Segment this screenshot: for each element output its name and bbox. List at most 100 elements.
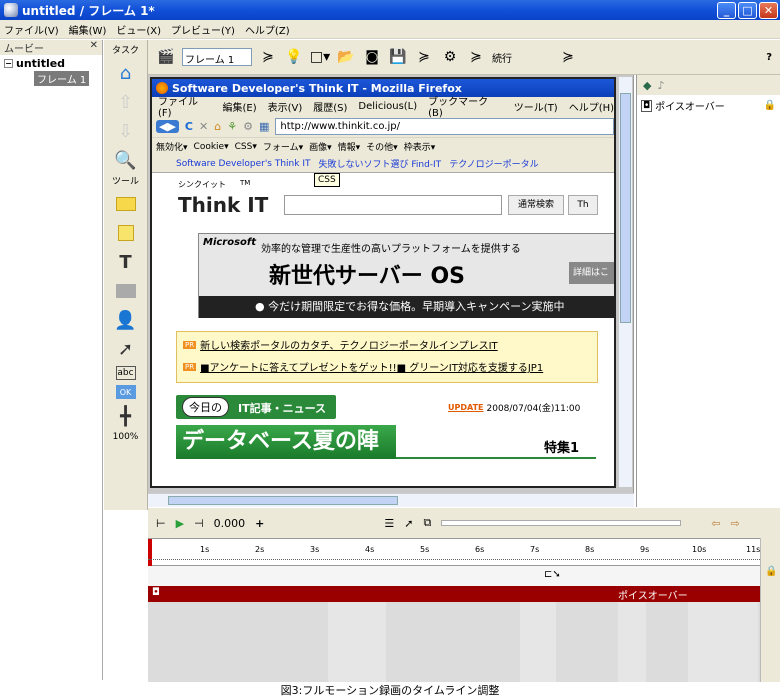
menu-preview[interactable]: プレビュー(Y): [171, 22, 235, 37]
bookmark-findit[interactable]: 失敗しないソフト選び Find-IT: [318, 157, 441, 170]
ff-menu-delicious[interactable]: Delicious(L): [358, 101, 417, 112]
chevron-down-icon[interactable]: ≽: [258, 47, 278, 67]
cube-icon[interactable]: ◆: [643, 79, 651, 92]
mic-icon[interactable]: ♪: [657, 79, 664, 92]
overflow-icon[interactable]: ≽: [558, 47, 578, 67]
page-icon[interactable]: ▦: [259, 120, 269, 133]
close-button[interactable]: ✕: [759, 2, 778, 19]
canvas-vscroll[interactable]: [618, 77, 632, 487]
minimize-button[interactable]: _: [717, 2, 736, 19]
bookmark-portal[interactable]: テクノロジーポータル: [449, 157, 538, 170]
ff-menu-view[interactable]: 表示(V): [268, 99, 303, 114]
tree-root[interactable]: − untitled: [4, 57, 98, 70]
voiceover-label: ポイスオーバー: [655, 102, 725, 113]
lock-icon[interactable]: 🔒: [764, 100, 776, 111]
gear-nav-icon[interactable]: ⚙: [243, 120, 253, 133]
time-ruler[interactable]: 1s 2s 3s 4s 5s 6s 7s 8s 9s 10s 11s: [148, 538, 760, 567]
dev-form[interactable]: フォーム▾: [263, 140, 303, 153]
button-tool-icon[interactable]: OK: [115, 385, 136, 399]
more-icon[interactable]: ≽: [414, 47, 434, 67]
textbox-icon[interactable]: abc: [115, 366, 136, 380]
image-tool-icon[interactable]: [114, 279, 138, 303]
dev-outline[interactable]: 枠表示▾: [404, 140, 436, 153]
dev-info[interactable]: 情報▾: [338, 140, 361, 153]
cursor-track[interactable]: ⊏➘: [148, 566, 760, 586]
site-search-input[interactable]: [284, 195, 502, 215]
callout-icon[interactable]: [114, 192, 138, 216]
up-arrow-icon[interactable]: ⇧: [114, 90, 138, 114]
ff-menu-edit[interactable]: 編集(E): [223, 99, 257, 114]
lightbulb-icon[interactable]: 💡: [284, 47, 304, 67]
zoom-slider[interactable]: [441, 520, 682, 526]
home-icon[interactable]: ⌂: [114, 61, 138, 85]
frame-rect-icon[interactable]: □▾: [310, 47, 330, 67]
ff-menu-tools[interactable]: ツール(T): [514, 99, 558, 114]
thinkit-logo[interactable]: Think IT: [178, 193, 268, 217]
clapperboard-icon[interactable]: 🎬: [156, 47, 176, 67]
ad-more-button[interactable]: 詳細はこ: [569, 262, 614, 284]
menu-file[interactable]: ファイル(V): [4, 22, 59, 37]
bookmark-thinkit[interactable]: Software Developer's Think IT: [176, 159, 310, 169]
dev-disable[interactable]: 無効化▾: [156, 140, 188, 153]
cursor-marker-icon[interactable]: ⊏➘: [544, 569, 561, 580]
list-icon[interactable]: ☰: [384, 517, 394, 530]
down-arrow-icon[interactable]: ⇩: [114, 119, 138, 143]
timeline-lock-icon[interactable]: 🔒: [765, 566, 777, 577]
back-icon[interactable]: ◀▶: [156, 119, 179, 133]
forward-arrow-icon[interactable]: ⇨: [731, 517, 740, 530]
close-panel-icon[interactable]: ✕: [90, 40, 98, 55]
voiceover-track[interactable]: ◘ ポイスオーバー: [148, 586, 760, 602]
title-bar: untitled / フレーム 1* _ □ ✕: [0, 0, 780, 20]
save-icon[interactable]: 💾: [388, 47, 408, 67]
record-icon[interactable]: ◙: [362, 47, 382, 67]
ff-menu-help[interactable]: ヘルプ(H): [569, 99, 614, 114]
canvas-hscroll[interactable]: [148, 493, 634, 507]
pointer-icon[interactable]: ➚: [404, 517, 413, 530]
text-tool-icon[interactable]: T: [114, 250, 138, 274]
pr-link-2[interactable]: ■アンケートに答えてプレゼントをゲット!!■ グリーンIT対応を支援するJP1: [200, 359, 543, 374]
go-end-icon[interactable]: ⊣: [194, 517, 204, 530]
dev-css[interactable]: CSS▾: [235, 142, 257, 152]
go-start-icon[interactable]: ⊢: [156, 517, 166, 530]
ff-menu-bookmarks[interactable]: ブックマーク(B): [428, 93, 503, 119]
menu-view[interactable]: ビュー(X): [116, 22, 161, 37]
settings-icon[interactable]: ⚙: [440, 47, 460, 67]
voiceover-item[interactable]: ◘ ポイスオーバー 🔒: [637, 95, 780, 116]
site-search-button[interactable]: 通常検索: [508, 195, 564, 215]
dev-cookie[interactable]: Cookie▾: [194, 142, 229, 152]
continue-button[interactable]: 続行: [492, 50, 512, 65]
headline[interactable]: データベース夏の陣: [176, 425, 396, 459]
menu-edit[interactable]: 編集(W): [69, 22, 107, 37]
maximize-button[interactable]: □: [738, 2, 757, 19]
more2-icon[interactable]: ≽: [466, 47, 486, 67]
zoom-label[interactable]: 100%: [104, 432, 147, 442]
stop-icon[interactable]: ✕: [199, 120, 208, 133]
add-marker-icon[interactable]: +: [255, 517, 264, 530]
addon-icon[interactable]: ⚘: [227, 120, 237, 133]
frame-select[interactable]: フレーム 1: [182, 48, 252, 66]
pr-link-1[interactable]: 新しい検索ポータルのカタチ、テクノロジーポータルインプレスIT: [200, 337, 498, 352]
play-icon[interactable]: ▶: [176, 517, 184, 530]
reload-icon[interactable]: C: [185, 120, 193, 133]
copy-icon[interactable]: ⧉: [423, 516, 431, 530]
person-icon[interactable]: 👤: [114, 308, 138, 332]
recording-lanes[interactable]: [148, 602, 760, 682]
ad-banner[interactable]: Microsoft 効率的な管理で生産性の高いプラットフォームを提供する 新世代…: [198, 233, 614, 318]
search-icon[interactable]: 🔍: [114, 148, 138, 172]
home-nav-icon[interactable]: ⌂: [214, 120, 221, 133]
tree-frame[interactable]: フレーム 1: [34, 71, 90, 86]
crosshair-icon[interactable]: ╋: [114, 404, 138, 428]
dev-other[interactable]: その他▾: [366, 140, 398, 153]
cursor-icon[interactable]: ➚: [114, 337, 138, 361]
ff-menu-file[interactable]: ファイル(F): [158, 93, 212, 119]
collapse-icon[interactable]: −: [4, 59, 13, 68]
folder-icon[interactable]: 📂: [336, 47, 356, 67]
menu-help[interactable]: ヘルプ(Z): [245, 22, 290, 37]
help-button[interactable]: ?: [766, 52, 772, 63]
note-icon[interactable]: [114, 221, 138, 245]
ff-menu-history[interactable]: 履歴(S): [313, 99, 347, 114]
site-search-button-2[interactable]: Th: [568, 195, 598, 215]
dev-image[interactable]: 画像▾: [309, 140, 332, 153]
back-arrow-icon[interactable]: ⇦: [711, 517, 720, 530]
url-field[interactable]: http://www.thinkit.co.jp/: [275, 117, 614, 135]
